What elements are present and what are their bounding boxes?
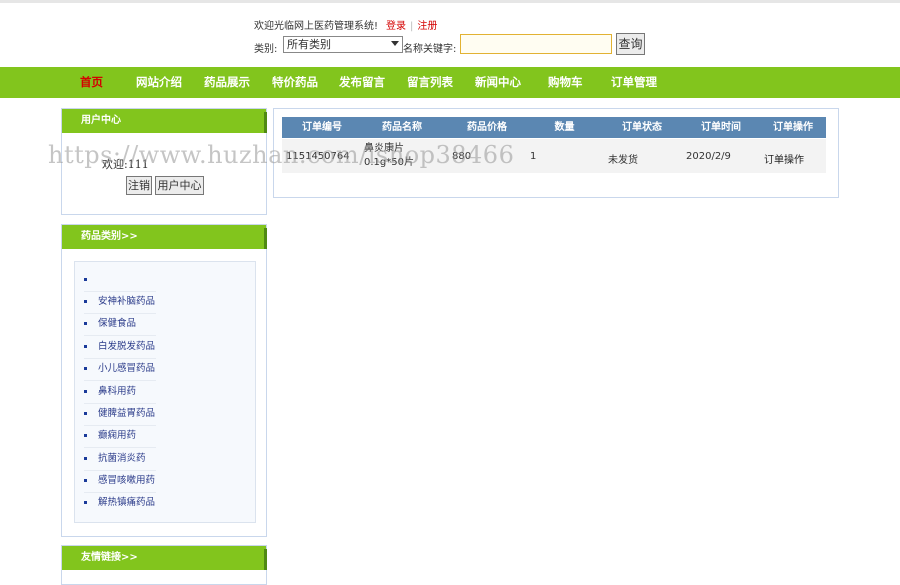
category-item[interactable]: 感冒咳嗽用药 bbox=[84, 470, 156, 493]
nav-item-products[interactable]: 药品展示 bbox=[204, 67, 250, 98]
friend-links-header: 友情链接>> bbox=[62, 546, 267, 570]
bullet-icon bbox=[84, 479, 87, 482]
category-item[interactable] bbox=[84, 269, 156, 292]
category-header: 药品类别>> bbox=[62, 225, 267, 249]
bullet-icon bbox=[84, 501, 87, 504]
col-order-id: 订单编号 bbox=[302, 122, 342, 133]
bullet-icon bbox=[84, 322, 87, 325]
bullet-icon bbox=[84, 278, 87, 281]
user-center-button[interactable]: 用户中心 bbox=[155, 176, 204, 195]
header-shadow bbox=[264, 228, 267, 249]
order-action-link[interactable]: 订单操作 bbox=[764, 151, 804, 166]
category-item[interactable]: 白发脱发药品 bbox=[84, 336, 156, 359]
nav-item-post-message[interactable]: 发布留言 bbox=[339, 67, 385, 98]
top-border bbox=[0, 0, 900, 3]
category-item[interactable]: 健脾益胃药品 bbox=[84, 403, 156, 426]
col-drug-price: 药品价格 bbox=[467, 122, 507, 133]
category-title: 药品类别>> bbox=[81, 231, 138, 242]
bullet-icon bbox=[84, 345, 87, 348]
category-item[interactable]: 小儿感冒药品 bbox=[84, 358, 156, 381]
category-label: 类别: bbox=[254, 44, 278, 55]
friend-links-box: 友情链接>> bbox=[61, 545, 267, 585]
main-nav: 首页 网站介绍 药品展示 特价药品 发布留言 留言列表 新闻中心 购物车 订单管… bbox=[0, 67, 900, 98]
welcome-bar: 欢迎光临网上医药管理系统! 登录 | 注册 bbox=[254, 17, 437, 32]
category-item[interactable]: 保健食品 bbox=[84, 313, 156, 336]
user-center-title: 用户中心 bbox=[81, 115, 121, 126]
login-link[interactable]: 登录 bbox=[386, 21, 406, 32]
chevron-down-icon bbox=[391, 41, 399, 46]
bullet-icon bbox=[84, 367, 87, 370]
category-item[interactable]: 解热镇痛药品 bbox=[84, 492, 156, 514]
category-box: 药品类别>> 安神补脑药品 保健食品 白发脱发药品 小儿感冒药品 鼻科用药 健脾… bbox=[61, 224, 267, 537]
col-order-time: 订单时间 bbox=[701, 122, 741, 133]
link-divider: | bbox=[410, 21, 414, 32]
logout-button[interactable]: 注销 bbox=[126, 176, 152, 195]
category-select[interactable]: 所有类别 bbox=[283, 36, 403, 53]
bullet-icon bbox=[84, 300, 87, 303]
nav-item-news[interactable]: 新闻中心 bbox=[475, 67, 521, 98]
keyword-label: 名称关键字: bbox=[403, 44, 457, 55]
nav-item-cart[interactable]: 购物车 bbox=[548, 67, 583, 98]
col-drug-name: 药品名称 bbox=[382, 122, 422, 133]
bullet-icon bbox=[84, 390, 87, 393]
orders-table-header: 订单编号 药品名称 药品价格 数量 订单状态 订单时间 订单操作 bbox=[282, 117, 826, 138]
bullet-icon bbox=[84, 412, 87, 415]
nav-item-about[interactable]: 网站介绍 bbox=[136, 67, 182, 98]
col-order-action: 订单操作 bbox=[773, 122, 813, 133]
bullet-icon bbox=[84, 457, 87, 460]
category-selected-value: 所有类别 bbox=[287, 38, 331, 51]
col-quantity: 数量 bbox=[554, 122, 575, 133]
user-center-header: 用户中心 bbox=[62, 109, 267, 133]
order-status: 未发货 bbox=[608, 155, 638, 166]
category-list: 安神补脑药品 保健食品 白发脱发药品 小儿感冒药品 鼻科用药 健脾益胃药品 癫痫… bbox=[74, 261, 256, 523]
nav-item-specials[interactable]: 特价药品 bbox=[272, 67, 318, 98]
col-order-status: 订单状态 bbox=[622, 122, 662, 133]
category-item[interactable]: 癫痫用药 bbox=[84, 425, 156, 448]
category-item[interactable]: 抗菌消炎药 bbox=[84, 448, 156, 471]
search-button[interactable]: 查询 bbox=[616, 33, 645, 55]
nav-item-orders[interactable]: 订单管理 bbox=[611, 67, 657, 98]
header-shadow bbox=[264, 112, 267, 133]
watermark: https://www.huzhan.com/ishop38466 bbox=[48, 141, 515, 169]
category-item[interactable]: 鼻科用药 bbox=[84, 381, 156, 404]
nav-item-message-list[interactable]: 留言列表 bbox=[407, 67, 453, 98]
welcome-text: 欢迎光临网上医药管理系统! bbox=[254, 21, 379, 32]
header-shadow bbox=[264, 549, 267, 570]
order-time: 2020/2/9 bbox=[686, 151, 731, 162]
category-item[interactable]: 安神补脑药品 bbox=[84, 291, 156, 314]
keyword-input[interactable] bbox=[460, 34, 612, 54]
register-link[interactable]: 注册 bbox=[417, 21, 437, 32]
nav-item-home[interactable]: 首页 bbox=[80, 67, 103, 98]
friend-links-title: 友情链接>> bbox=[81, 552, 138, 563]
bullet-icon bbox=[84, 434, 87, 437]
quantity: 1 bbox=[530, 151, 537, 162]
